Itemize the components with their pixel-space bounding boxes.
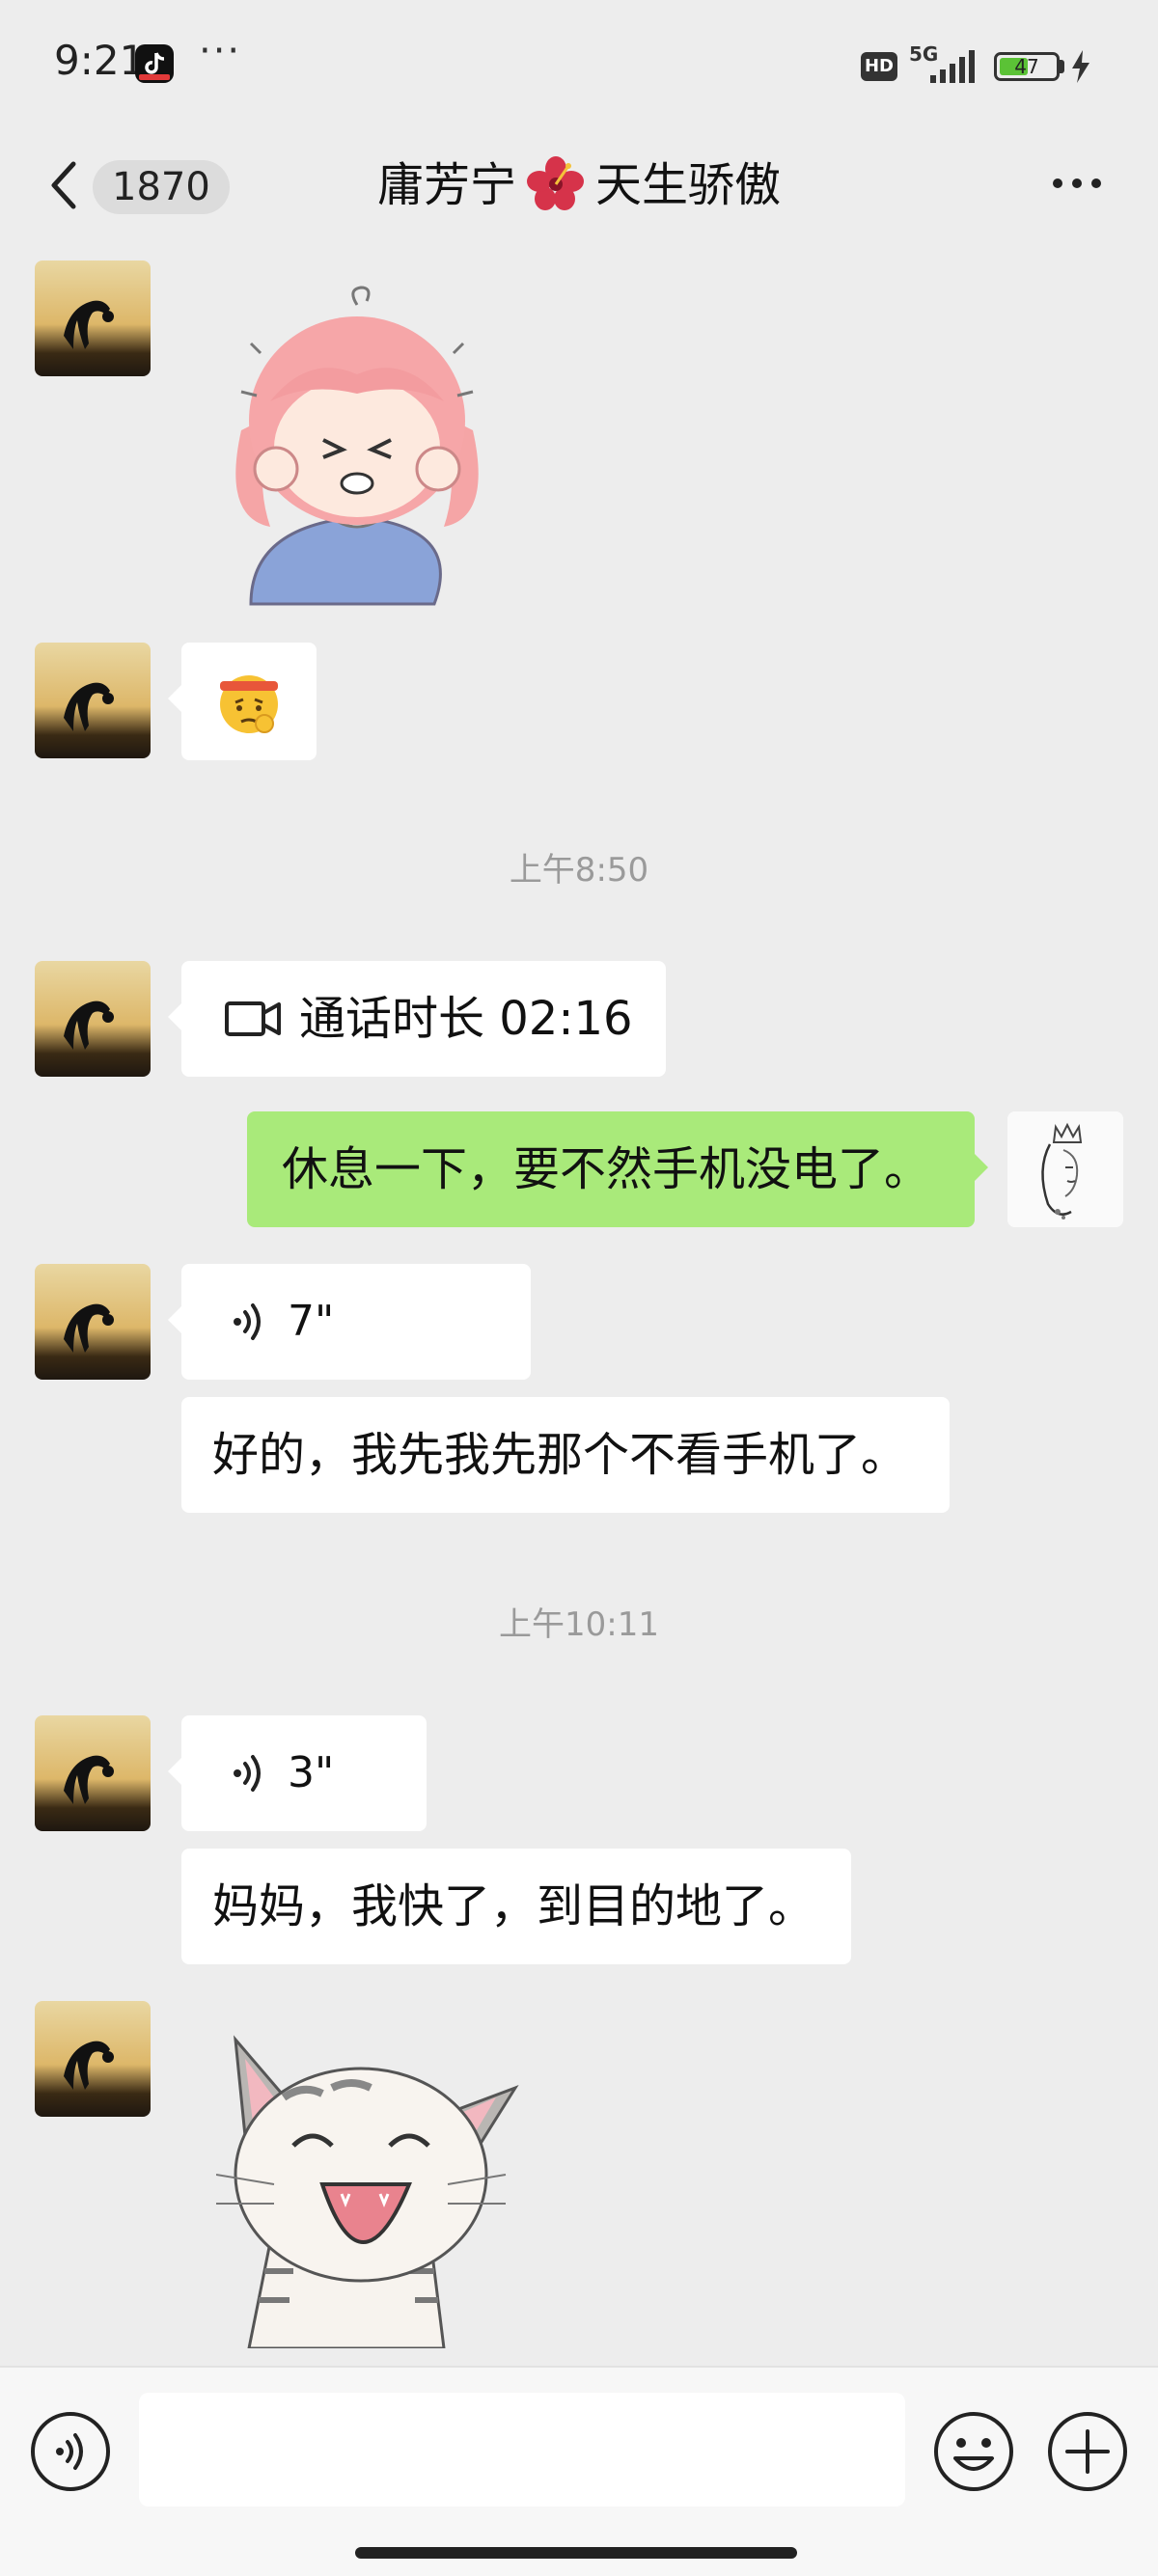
more-options-icon[interactable] bbox=[1048, 164, 1106, 203]
voice-message-bubble[interactable]: 7" bbox=[168, 1264, 531, 1380]
battery-level: 47 bbox=[1014, 55, 1039, 78]
contact-avatar[interactable] bbox=[35, 1715, 151, 1831]
voice-wave-icon bbox=[234, 1303, 261, 1340]
contact-avatar[interactable] bbox=[35, 643, 151, 758]
sent-message-bubble[interactable]: 休息一下，要不然手机没电了。 bbox=[247, 1111, 988, 1227]
chat-header: 1870 庸芳宁 天生骄傲 bbox=[0, 135, 1158, 232]
timestamp: 上午8:50 bbox=[509, 851, 649, 890]
hibiscus-icon bbox=[527, 156, 584, 210]
received-message-text: 妈妈，我快了，到目的地了。 bbox=[212, 1879, 815, 1933]
received-message-text: 好的，我先我先那个不看手机了。 bbox=[212, 1428, 908, 1482]
signal-icon bbox=[930, 50, 975, 83]
voice-wave-icon bbox=[234, 1755, 261, 1792]
emoji-button-icon[interactable] bbox=[932, 2410, 1015, 2493]
battery-tip bbox=[1060, 60, 1064, 73]
my-avatar[interactable] bbox=[1007, 1111, 1123, 1227]
battery-icon: 47 bbox=[994, 52, 1060, 81]
plus-button-icon[interactable] bbox=[1046, 2410, 1129, 2493]
video-call-record-bubble[interactable]: 通话时长 02:16 bbox=[168, 961, 666, 1077]
home-indicator[interactable] bbox=[355, 2547, 797, 2559]
video-camera-icon bbox=[225, 1001, 281, 1036]
voice-message-bubble[interactable]: 3" bbox=[168, 1715, 427, 1831]
determined-face-emoji-icon bbox=[220, 675, 278, 733]
contact-name: 庸芳宁 bbox=[376, 158, 516, 212]
angry-girl-sticker[interactable] bbox=[212, 286, 502, 608]
contact-avatar[interactable] bbox=[35, 260, 151, 376]
voice-duration: 3" bbox=[288, 1748, 335, 1797]
contact-signature: 天生骄傲 bbox=[595, 158, 782, 212]
input-bar bbox=[0, 2366, 1158, 2576]
emoji-message-bubble[interactable] bbox=[168, 643, 317, 760]
charging-icon bbox=[1072, 50, 1089, 83]
status-time: 9:21 bbox=[54, 37, 146, 84]
more-notifications-icon: ··· bbox=[199, 29, 242, 73]
message-input[interactable] bbox=[139, 2393, 905, 2507]
voice-duration: 7" bbox=[288, 1297, 335, 1346]
received-message-bubble[interactable]: 妈妈，我快了，到目的地了。 bbox=[181, 1849, 851, 1964]
chat-title: 庸芳宁 天生骄傲 bbox=[0, 154, 1158, 216]
contact-avatar[interactable] bbox=[35, 1264, 151, 1380]
hd-badge: HD bbox=[861, 52, 897, 81]
voice-input-toggle-icon[interactable] bbox=[29, 2410, 112, 2493]
laughing-cat-sticker[interactable] bbox=[216, 2030, 521, 2348]
contact-avatar[interactable] bbox=[35, 2001, 151, 2117]
status-bar: 9:21 ··· HD 5G 47 bbox=[0, 0, 1158, 135]
call-duration-label: 通话时长 02:16 bbox=[299, 992, 633, 1046]
timestamp: 上午10:11 bbox=[499, 1605, 659, 1644]
tiktok-notification-icon bbox=[135, 44, 174, 83]
received-message-bubble[interactable]: 好的，我先我先那个不看手机了。 bbox=[181, 1397, 950, 1513]
contact-avatar[interactable] bbox=[35, 961, 151, 1077]
sent-message-text: 休息一下，要不然手机没电了。 bbox=[282, 1142, 931, 1196]
